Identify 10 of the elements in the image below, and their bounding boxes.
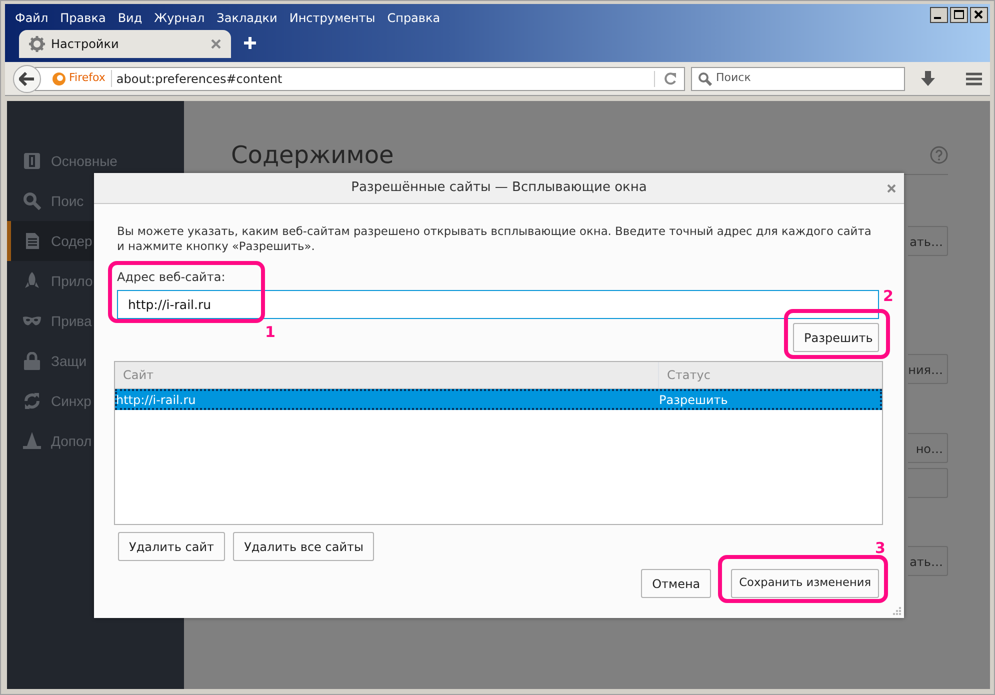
- step-number: 3: [875, 538, 886, 559]
- tab-label: Настройки: [51, 36, 120, 53]
- identity-label: Firefox: [69, 70, 106, 86]
- step-number: 2: [883, 286, 894, 307]
- dialog-description: Вы можете указать, каким веб-сайтам разрешено открывать всплывающие окна. Введите точный адрес для каждого сайта и нажмите кнопку «Разрешить».: [117, 224, 872, 254]
- step-number: 1: [265, 322, 276, 343]
- dialog-title: Разрешённые сайты — Всплывающие окна: [351, 179, 647, 198]
- url-text: about:preferences#content: [116, 70, 284, 88]
- page-heading: Содержимое: [231, 141, 394, 170]
- field-label: Адрес веб-сайта:: [117, 269, 226, 286]
